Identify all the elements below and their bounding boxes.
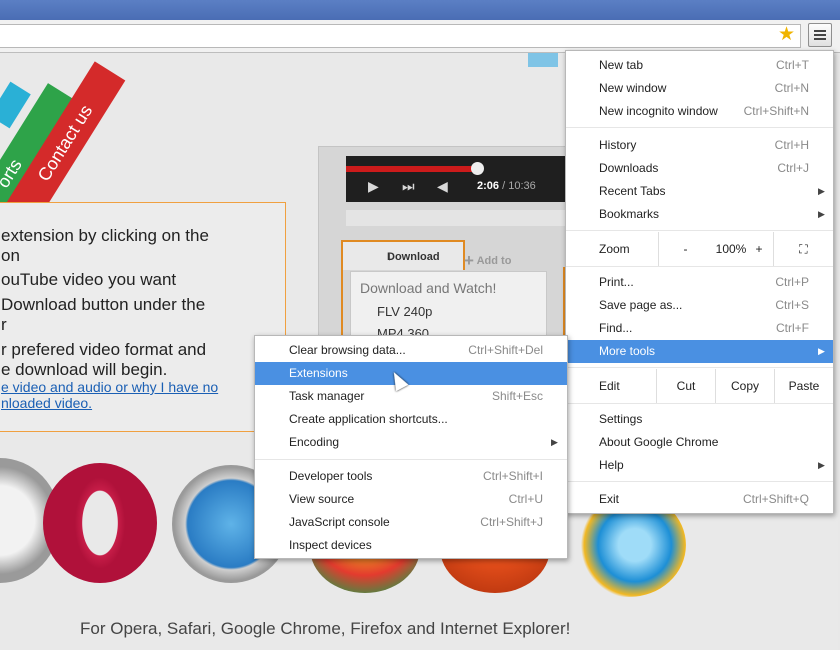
submenu-arrow-icon: ▶ bbox=[551, 437, 558, 447]
menu-item-create-app-shortcuts[interactable]: Create application shortcuts... bbox=[255, 408, 567, 431]
help-link[interactable]: e video and audio or why I have no bbox=[1, 379, 218, 395]
fullscreen-icon[interactable]: ⛶ bbox=[773, 232, 833, 266]
video-player[interactable] bbox=[346, 156, 576, 202]
menu-item-save-page-as[interactable]: Save page as... Ctrl+S bbox=[566, 294, 833, 317]
menu-item-print[interactable]: Print... Ctrl+P bbox=[566, 271, 833, 294]
submenu-arrow-icon: ▶ bbox=[818, 209, 825, 219]
menu-item-history[interactable]: History Ctrl+H bbox=[566, 134, 833, 157]
video-time: 2:06 / 10:36 bbox=[477, 180, 536, 192]
menu-item-recent-tabs[interactable]: Recent Tabs ▶ bbox=[566, 180, 833, 203]
supported-browsers-caption: For Opera, Safari, Google Chrome, Firefo… bbox=[80, 619, 571, 638]
instruction-line: Download button under the bbox=[1, 295, 206, 314]
instruction-line: r prefered video format and bbox=[1, 340, 207, 359]
menu-item-extensions[interactable]: Extensions bbox=[255, 362, 567, 385]
menu-separator bbox=[255, 459, 567, 460]
instruction-line: ouTube video you want bbox=[1, 270, 177, 289]
edit-row: Edit Cut Copy Paste bbox=[566, 369, 833, 403]
menu-item-view-source[interactable]: View source Ctrl+U bbox=[255, 488, 567, 511]
zoom-label: Zoom bbox=[599, 242, 630, 256]
volume-icon[interactable]: ◀ bbox=[437, 178, 448, 195]
help-link[interactable]: nloaded video. bbox=[1, 395, 92, 411]
play-icon[interactable]: ▶ bbox=[368, 178, 379, 195]
menu-item-bookmarks[interactable]: Bookmarks ▶ bbox=[566, 203, 833, 226]
menu-item-clear-browsing-data[interactable]: Clear browsing data... Ctrl+Shift+Del bbox=[255, 339, 567, 362]
social-icon[interactable] bbox=[528, 53, 558, 67]
download-tab-label: Download bbox=[387, 251, 440, 263]
instruction-line: extension by clicking on the bbox=[1, 226, 209, 245]
menu-separator bbox=[566, 127, 833, 128]
menu-item-task-manager[interactable]: Task manager Shift+Esc bbox=[255, 385, 567, 408]
menu-item-new-tab[interactable]: New tab Ctrl+T bbox=[566, 54, 833, 77]
menu-separator bbox=[566, 230, 833, 231]
menu-item-exit[interactable]: Exit Ctrl+Shift+Q bbox=[566, 488, 833, 511]
chrome-menu-button[interactable] bbox=[808, 23, 832, 47]
edit-label: Edit bbox=[599, 379, 620, 393]
menu-item-help[interactable]: Help ▶ bbox=[566, 454, 833, 477]
instruction-line: r bbox=[1, 315, 7, 334]
browser-toolbar: ★ bbox=[0, 20, 840, 53]
menu-item-find[interactable]: Find... Ctrl+F bbox=[566, 317, 833, 340]
menu-item-new-window[interactable]: New window Ctrl+N bbox=[566, 77, 833, 100]
hamburger-icon bbox=[814, 30, 826, 32]
video-stripe bbox=[346, 210, 576, 226]
submenu-arrow-icon: ▶ bbox=[818, 460, 825, 470]
zoom-row: Zoom - 100% + ⛶ bbox=[566, 232, 833, 266]
submenu-arrow-icon: ▶ bbox=[818, 346, 825, 356]
menu-item-javascript-console[interactable]: JavaScript console Ctrl+Shift+J bbox=[255, 511, 567, 534]
submenu-arrow-icon: ▶ bbox=[818, 186, 825, 196]
next-icon[interactable]: ⏭ bbox=[402, 178, 415, 195]
window-titlebar bbox=[0, 0, 840, 20]
chrome-main-menu: New tab Ctrl+T New window Ctrl+N New incog… bbox=[565, 50, 834, 514]
bookmark-star-icon[interactable]: ★ bbox=[778, 25, 795, 45]
instructions-box: extension by clicking on the on ouTube v… bbox=[0, 202, 286, 432]
video-progress-bar[interactable] bbox=[346, 166, 478, 172]
paste-button[interactable]: Paste bbox=[774, 369, 833, 403]
zoom-out-button[interactable]: - bbox=[658, 232, 712, 266]
menu-separator bbox=[566, 403, 833, 404]
instruction-line: on bbox=[1, 246, 20, 265]
menu-item-more-tools[interactable]: More tools ▶ bbox=[566, 340, 833, 363]
menu-item-encoding[interactable]: Encoding ▶ bbox=[255, 431, 567, 454]
download-option[interactable]: FLV 240p bbox=[377, 304, 432, 319]
more-tools-submenu: Clear browsing data... Ctrl+Shift+Del Ext… bbox=[254, 335, 568, 559]
menu-item-settings[interactable]: Settings bbox=[566, 408, 833, 431]
menu-separator bbox=[566, 266, 833, 267]
download-tab[interactable]: ↓ Download bbox=[341, 240, 465, 270]
add-to-button[interactable]: + Add to bbox=[464, 249, 511, 270]
download-list: Download and Watch! FLV 240p MP4 360 bbox=[350, 271, 547, 343]
copy-button[interactable]: Copy bbox=[715, 369, 774, 403]
opera-logo bbox=[43, 463, 157, 583]
menu-item-new-incognito-window[interactable]: New incognito window Ctrl+Shift+N bbox=[566, 100, 833, 123]
menu-item-inspect-devices[interactable]: Inspect devices bbox=[255, 534, 567, 557]
instruction-line: e download will begin. bbox=[1, 360, 168, 379]
menu-item-downloads[interactable]: Downloads Ctrl+J bbox=[566, 157, 833, 180]
cut-button[interactable]: Cut bbox=[656, 369, 715, 403]
menu-item-developer-tools[interactable]: Developer tools Ctrl+Shift+I bbox=[255, 465, 567, 488]
address-bar[interactable] bbox=[0, 24, 801, 48]
menu-separator bbox=[566, 367, 833, 368]
menu-separator bbox=[566, 481, 833, 482]
menu-item-about-chrome[interactable]: About Google Chrome bbox=[566, 431, 833, 454]
progress-knob[interactable] bbox=[471, 162, 484, 175]
download-list-header: Download and Watch! bbox=[360, 280, 497, 296]
